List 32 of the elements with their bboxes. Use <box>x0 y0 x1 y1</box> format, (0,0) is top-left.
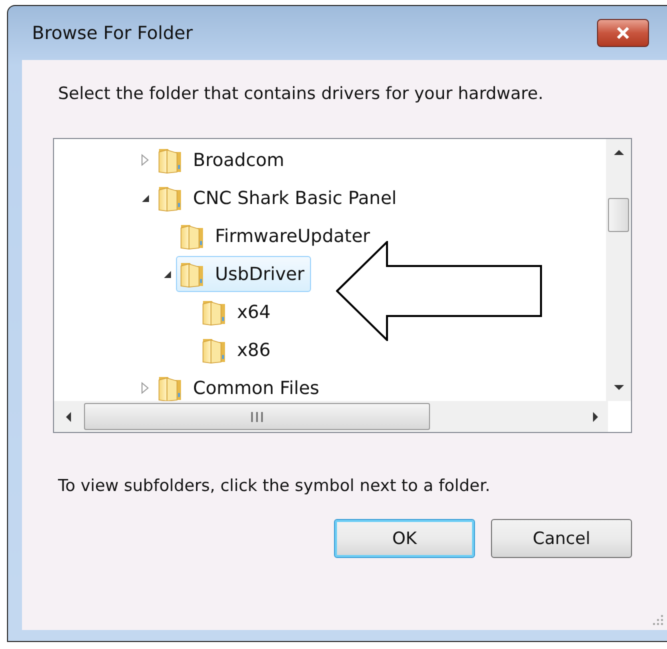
hint-text: To view subfolders, click the symbol next to a folder. <box>57 475 492 495</box>
dialog-button[interactable]: Cancel <box>491 519 632 558</box>
scroll-left-icon[interactable] <box>64 410 72 422</box>
tree-item[interactable]: x64 <box>198 294 278 330</box>
scroll-down-icon[interactable] <box>612 384 624 392</box>
vertical-scrollbar[interactable] <box>606 139 631 401</box>
window-title: Browse For Folder <box>32 22 193 44</box>
tree-item[interactable]: x86 <box>198 332 278 368</box>
folder-icon <box>157 184 183 212</box>
instruction-text: Select the folder that contains drivers for your hardware. <box>57 83 544 104</box>
folder-icon <box>201 336 227 364</box>
tree-item[interactable]: CNC Shark Basic Panel <box>154 180 404 216</box>
resize-grip-icon[interactable] <box>652 614 664 626</box>
expand-icon[interactable] <box>140 382 150 394</box>
tree-item[interactable]: FirmwareUpdater <box>176 218 378 254</box>
folder-icon <box>157 374 183 402</box>
tree-item[interactable]: Broadcom <box>154 142 292 178</box>
expand-icon[interactable] <box>140 154 150 166</box>
grip-icon <box>250 412 264 422</box>
folder-icon <box>201 298 227 326</box>
close-button[interactable] <box>597 19 649 47</box>
folder-icon <box>157 146 183 174</box>
scroll-thumb[interactable] <box>84 403 430 430</box>
dialog-button[interactable]: OK <box>334 519 475 558</box>
folder-icon <box>179 222 205 250</box>
scroll-right-icon[interactable] <box>592 410 600 422</box>
folder-icon <box>179 260 205 288</box>
scroll-up-icon[interactable] <box>612 148 624 156</box>
tree-item[interactable]: UsbDriver <box>176 256 312 292</box>
horizontal-scrollbar[interactable] <box>54 401 608 432</box>
tree-item[interactable]: Common Files <box>154 370 326 403</box>
scroll-thumb[interactable] <box>608 198 629 232</box>
